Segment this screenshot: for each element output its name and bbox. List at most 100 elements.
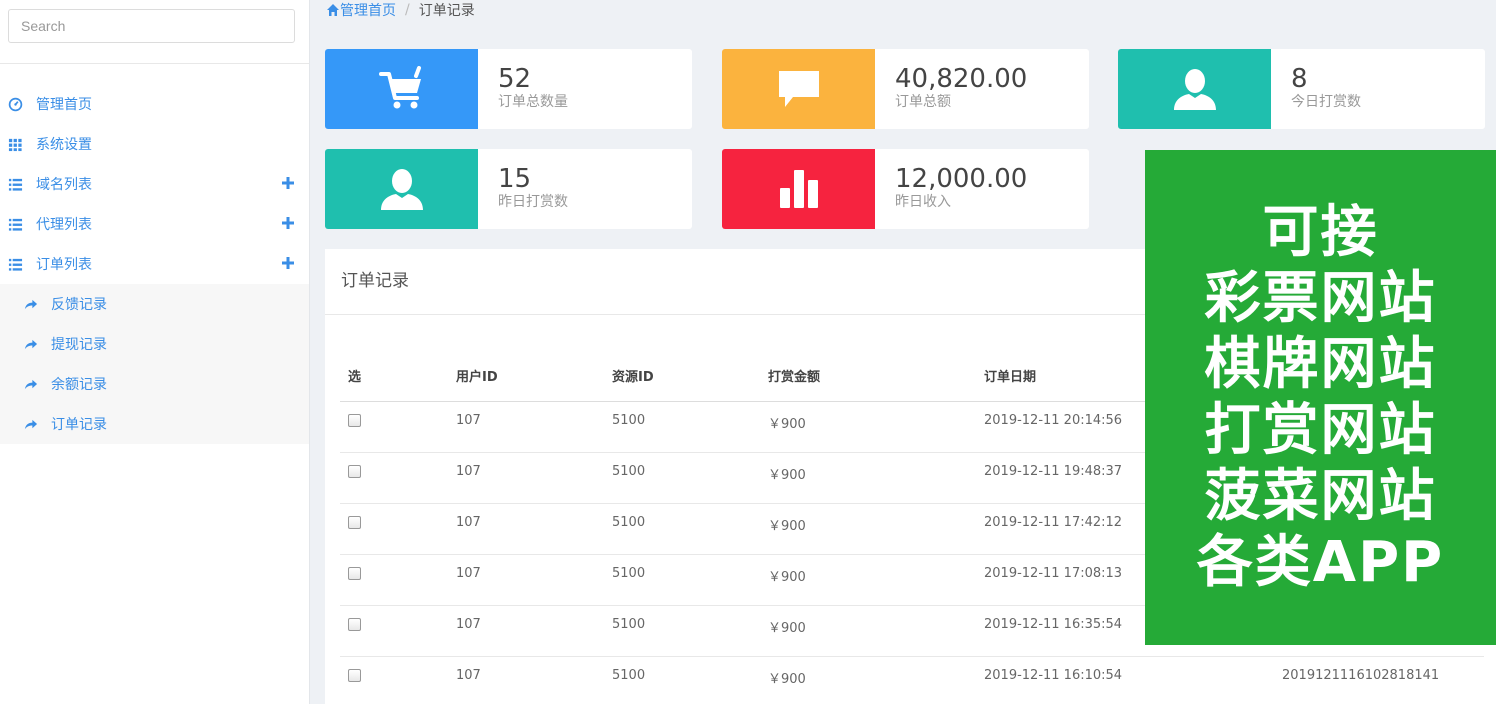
row-checkbox[interactable]	[348, 515, 361, 529]
cell-resource-id: 5100	[604, 656, 760, 704]
stat-label: 订单总额	[895, 94, 951, 110]
breadcrumb-separator: /	[405, 2, 410, 18]
bar-chart-icon	[779, 170, 818, 208]
plus-icon[interactable]	[281, 176, 295, 190]
breadcrumb: 管理首页 / 订单记录	[326, 0, 475, 20]
share-arrow-icon	[24, 379, 38, 389]
row-checkbox[interactable]	[348, 668, 361, 682]
cell-user-id: 107	[448, 452, 604, 504]
sidebar-item-label: 订单列表	[36, 257, 92, 273]
cell-resource-id: 5100	[604, 605, 760, 657]
breadcrumb-home-label: 管理首页	[340, 3, 396, 19]
cell-order-no: 2019121116102818141	[1274, 656, 1484, 704]
grid-icon	[8, 138, 22, 151]
stat-card-yesterday-income: 12,000.00 昨日收入	[722, 149, 1089, 229]
cart-icon	[378, 66, 421, 109]
breadcrumb-home-link[interactable]: 管理首页	[326, 0, 396, 20]
column-header-amount[interactable]: 打赏金额	[760, 351, 976, 402]
plus-icon[interactable]	[281, 256, 295, 270]
sidebar-item-settings[interactable]: 系统设置	[0, 124, 309, 164]
sidebar-item-orders[interactable]: 订单列表	[0, 244, 309, 284]
stat-icon-box	[722, 49, 875, 129]
promo-line: 各类APP	[1196, 529, 1445, 595]
cell-user-id: 107	[448, 656, 604, 704]
sidebar-item-label: 管理首页	[36, 97, 92, 113]
stat-icon-box	[325, 149, 478, 229]
sidebar-nav: 管理首页 系统设置 域名列表 代理列表 订单列表 反馈记录 提现记录 余额记录 …	[0, 64, 309, 444]
stat-icon-box	[722, 149, 875, 229]
cell-amount: ￥900	[760, 605, 976, 657]
sidebar-item-label: 代理列表	[36, 217, 92, 233]
plus-icon[interactable]	[281, 216, 295, 230]
list-icon	[8, 218, 23, 231]
cell-user-id: 107	[448, 605, 604, 657]
stat-label: 昨日打赏数	[498, 194, 568, 210]
sidebar-item-dashboard[interactable]: 管理首页	[0, 84, 309, 124]
breadcrumb-current: 订单记录	[418, 3, 475, 19]
stat-card-yesterday-tips: 15 昨日打赏数	[325, 149, 692, 229]
stat-label: 今日打赏数	[1291, 94, 1361, 110]
stat-value: 12,000.00	[895, 164, 1028, 194]
subnav-item-order-records[interactable]: 订单记录	[0, 404, 309, 444]
subnav-item-withdraw[interactable]: 提现记录	[0, 324, 309, 364]
cell-resource-id: 5100	[604, 452, 760, 504]
cell-user-id: 107	[448, 554, 604, 606]
share-arrow-icon	[24, 339, 38, 349]
list-icon	[8, 258, 23, 271]
sidebar: 管理首页 系统设置 域名列表 代理列表 订单列表 反馈记录	[0, 0, 310, 704]
stat-icon-box	[1118, 49, 1271, 129]
promo-overlay: 可接 彩票网站 棋牌网站 打赏网站 菠菜网站 各类APP	[1145, 150, 1496, 645]
stat-value: 52	[498, 64, 532, 94]
search-input[interactable]	[8, 9, 295, 43]
sidebar-item-agents[interactable]: 代理列表	[0, 204, 309, 244]
search-area	[0, 0, 309, 64]
sidebar-item-label: 系统设置	[36, 137, 92, 153]
cell-order-date: 2019-12-11 16:10:54	[976, 656, 1274, 704]
cell-resource-id: 5100	[604, 554, 760, 606]
user-icon	[1173, 69, 1216, 110]
cell-resource-id: 5100	[604, 503, 760, 555]
column-header-select: 选	[340, 351, 448, 402]
table-row: 107 5100 ￥900 2019-12-11 16:10:54 201912…	[340, 656, 1484, 704]
dashboard-icon	[8, 97, 23, 111]
share-arrow-icon	[24, 419, 38, 429]
stat-label: 昨日收入	[895, 194, 951, 210]
subnav-item-label: 余额记录	[51, 377, 107, 393]
stat-card-today-tips: 8 今日打赏数	[1118, 49, 1485, 129]
column-header-resource-id[interactable]: 资源ID	[604, 351, 760, 402]
sidebar-item-domains[interactable]: 域名列表	[0, 164, 309, 204]
subnav-item-feedback[interactable]: 反馈记录	[0, 284, 309, 324]
stat-card-total-orders: 52 订单总数量	[325, 49, 692, 129]
cell-amount: ￥900	[760, 401, 976, 453]
cell-amount: ￥900	[760, 554, 976, 606]
row-checkbox[interactable]	[348, 617, 361, 631]
stat-icon-box	[325, 49, 478, 129]
cell-amount: ￥900	[760, 452, 976, 504]
row-checkbox[interactable]	[348, 464, 361, 478]
share-arrow-icon	[24, 299, 38, 309]
stat-value: 8	[1291, 64, 1308, 94]
row-checkbox[interactable]	[348, 413, 361, 427]
orders-subnav: 反馈记录 提现记录 余额记录 订单记录	[0, 284, 309, 444]
cell-user-id: 107	[448, 503, 604, 555]
row-checkbox[interactable]	[348, 566, 361, 580]
promo-line: 彩票网站	[1204, 265, 1437, 331]
subnav-item-label: 提现记录	[51, 337, 107, 353]
subnav-item-label: 订单记录	[51, 417, 107, 433]
promo-line: 打赏网站	[1204, 397, 1437, 463]
stat-label: 订单总数量	[498, 94, 568, 110]
list-icon	[8, 178, 23, 191]
subnav-item-label: 反馈记录	[51, 297, 107, 313]
promo-line: 棋牌网站	[1204, 331, 1437, 397]
promo-line: 可接	[1262, 199, 1379, 265]
stat-value: 15	[498, 164, 532, 194]
cell-user-id: 107	[448, 401, 604, 453]
stat-card-total-amount: 40,820.00 订单总额	[722, 49, 1089, 129]
user-icon	[380, 169, 423, 210]
home-icon	[327, 4, 339, 16]
promo-line: 菠菜网站	[1204, 463, 1437, 529]
subnav-item-balance[interactable]: 余额记录	[0, 364, 309, 404]
column-header-user-id[interactable]: 用户ID	[448, 351, 604, 402]
cell-amount: ￥900	[760, 656, 976, 704]
sidebar-item-label: 域名列表	[36, 177, 92, 193]
